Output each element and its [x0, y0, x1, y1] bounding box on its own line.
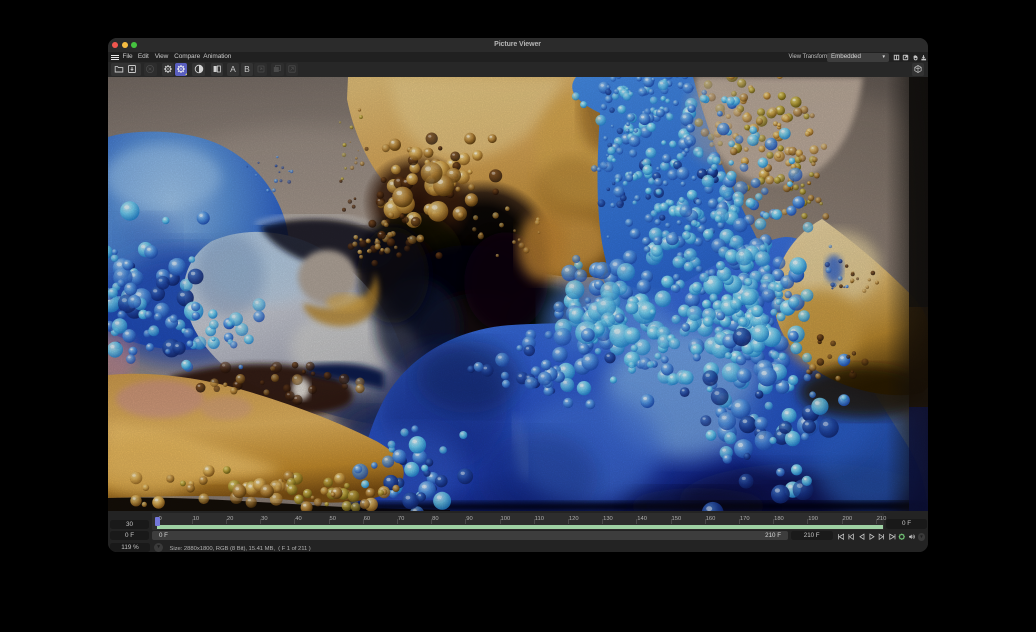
svg-text:A: A	[230, 64, 236, 74]
svg-text:B: B	[244, 64, 250, 74]
